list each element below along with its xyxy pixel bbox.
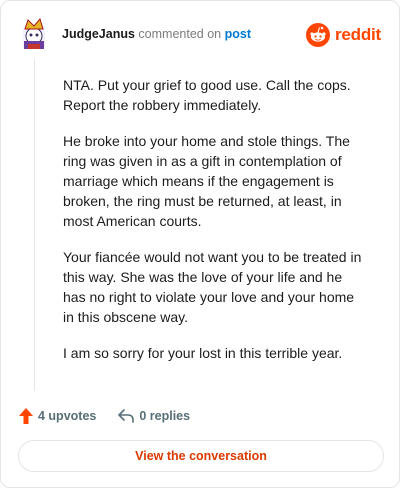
comment-paragraph: He broke into your home and stole things… [63, 133, 350, 229]
thread-line [34, 59, 35, 391]
upvote-count: 4 upvotes [38, 409, 97, 423]
comment-actions: 4 upvotes 0 replies [19, 405, 212, 427]
reddit-logo[interactable]: reddit [305, 22, 381, 48]
comment-header: JudgeJanus commented on post reddit [19, 17, 381, 51]
comment-paragraph: NTA. Put your grief to good use. Call th… [63, 77, 351, 113]
byline-verb: commented on [138, 27, 222, 41]
reply-arrow-icon [118, 409, 135, 423]
upvote-button[interactable]: 4 upvotes [19, 408, 96, 424]
comment-paragraph: Your fiancée would not want you to be tr… [63, 249, 362, 325]
username-link[interactable]: JudgeJanus [62, 27, 135, 41]
comment-embed-card: JudgeJanus commented on post reddit NTA.… [0, 0, 400, 488]
reply-button[interactable]: 0 replies [118, 409, 190, 423]
comment-paragraph: I am so sorry for your lost in this terr… [63, 345, 343, 361]
byline: JudgeJanus commented on post [62, 26, 251, 42]
post-link[interactable]: post [225, 27, 251, 41]
reddit-snoo-icon [305, 23, 330, 47]
user-avatar[interactable] [19, 17, 49, 51]
comment-body: NTA. Put your grief to good use. Call th… [63, 75, 368, 379]
upvote-arrow-icon [19, 408, 33, 424]
reply-count: 0 replies [139, 409, 191, 423]
view-conversation-button[interactable]: View the conversation [18, 440, 384, 472]
reddit-wordmark: reddit [334, 25, 381, 44]
